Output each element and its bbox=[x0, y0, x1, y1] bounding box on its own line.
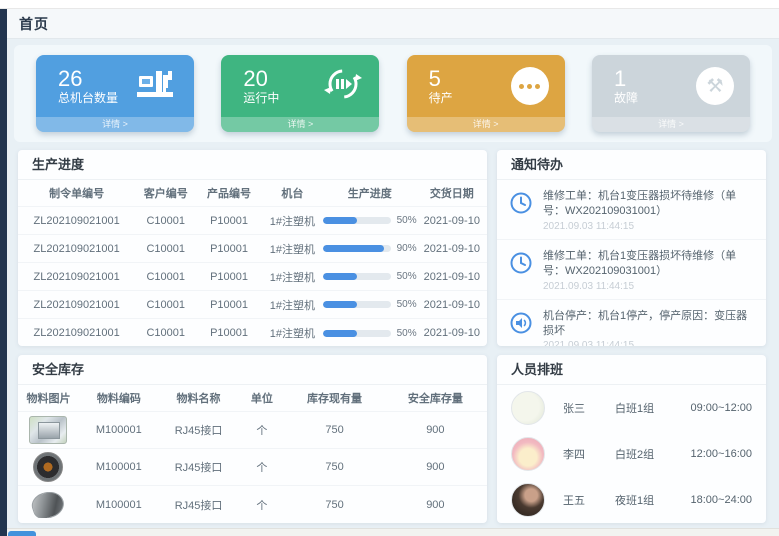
ellipsis-icon bbox=[511, 67, 549, 105]
production-row: ZL202109021001 C10001 P10001 1#注塑机 90% 2… bbox=[18, 235, 487, 263]
machine-icon bbox=[134, 67, 178, 106]
fault-label: 故障 bbox=[614, 92, 638, 106]
stat-card-fault[interactable]: 1 故障 ⚒ 详情 > bbox=[592, 55, 750, 132]
safety-stock-panel-title: 安全库存 bbox=[18, 355, 487, 385]
pending-value: 5 bbox=[429, 66, 453, 91]
production-progress-panel: 生产进度 制令单编号 客户编号 产品编号 机台 生产进度 交货日期 ZL2021… bbox=[18, 150, 487, 346]
dashboard-page: 首页 26 总机台数量 bbox=[0, 0, 779, 536]
tab-home[interactable]: 首页 bbox=[19, 14, 49, 34]
tab-bar: 首页 bbox=[7, 9, 779, 39]
inventory-row: M100001 RJ45接口 个 750 900 bbox=[18, 412, 487, 449]
pending-label: 待产 bbox=[429, 92, 453, 106]
bottom-edge-accent bbox=[8, 531, 36, 536]
total-machines-detail-link[interactable]: 详情 > bbox=[36, 117, 194, 132]
notifications-panel-title: 通知待办 bbox=[497, 150, 766, 180]
schedule-row: 王五 夜班1组 18:00~24:00 bbox=[497, 477, 766, 523]
stat-card-total-machines[interactable]: 26 总机台数量 详情 > bbox=[36, 55, 194, 132]
schedule-row: 张三 白班1组 09:00~12:00 bbox=[497, 385, 766, 431]
safety-stock-table-header: 物料图片 物料编码 物料名称 单位 库存现有量 安全库存量 bbox=[18, 385, 487, 412]
window-bottom-band bbox=[7, 528, 779, 536]
progress-bar bbox=[323, 330, 391, 337]
progress-bar bbox=[323, 217, 391, 224]
stat-card-pending[interactable]: 5 待产 详情 > bbox=[407, 55, 565, 132]
running-detail-link[interactable]: 详情 > bbox=[221, 117, 379, 132]
notification-item[interactable]: 维修工单：机台1变压器损坏待维修（单号：WX202109031001） 2021… bbox=[497, 240, 766, 300]
notification-item[interactable]: 维修工单：机台1变压器损坏待维修（单号：WX202109031001） 2021… bbox=[497, 180, 766, 240]
schedule-row: 李四 白班2组 12:00~16:00 bbox=[497, 431, 766, 477]
avatar bbox=[511, 391, 545, 425]
inventory-row: M100001 RJ45接口 个 750 900 bbox=[18, 449, 487, 486]
running-icon bbox=[323, 64, 363, 109]
inventory-row: M100001 RJ45接口 个 750 900 bbox=[18, 486, 487, 523]
stat-card-running[interactable]: 20 运行中 详情 > bbox=[221, 55, 379, 132]
safety-stock-panel: 安全库存 物料图片 物料编码 物料名称 单位 库存现有量 安全库存量 M1000… bbox=[18, 355, 487, 523]
production-row: ZL202109021001 C10001 P10001 1#注塑机 50% 2… bbox=[18, 319, 487, 346]
production-panel-title: 生产进度 bbox=[18, 150, 487, 180]
fault-detail-link[interactable]: 详情 > bbox=[592, 117, 750, 132]
collapsed-sidebar[interactable] bbox=[0, 9, 7, 536]
tools-icon: ⚒ bbox=[696, 67, 734, 105]
progress-bar bbox=[323, 273, 391, 280]
running-label: 运行中 bbox=[243, 92, 279, 106]
avatar bbox=[511, 483, 545, 517]
speaker-front-image bbox=[33, 452, 63, 482]
avatar bbox=[511, 437, 545, 471]
progress-bar bbox=[323, 301, 391, 308]
running-value: 20 bbox=[243, 66, 279, 91]
staff-schedule-panel-title: 人员排班 bbox=[497, 355, 766, 385]
total-machines-label: 总机台数量 bbox=[58, 92, 118, 106]
notifications-panel: 通知待办 维修工单：机台1变压器损坏待维修（单号：WX202109031001）… bbox=[497, 150, 766, 346]
pending-detail-link[interactable]: 详情 > bbox=[407, 117, 565, 132]
fault-value: 1 bbox=[614, 66, 638, 91]
speaker-side-image bbox=[29, 492, 67, 518]
clock-icon bbox=[509, 189, 535, 232]
production-table: 制令单编号 客户编号 产品编号 机台 生产进度 交货日期 ZL202109021… bbox=[18, 180, 487, 346]
speaker-icon bbox=[509, 309, 535, 346]
window-top-band bbox=[0, 0, 779, 9]
production-row: ZL202109021001 C10001 P10001 1#注塑机 50% 2… bbox=[18, 207, 487, 235]
total-machines-value: 26 bbox=[58, 66, 118, 91]
production-table-header: 制令单编号 客户编号 产品编号 机台 生产进度 交货日期 bbox=[18, 180, 487, 207]
progress-bar bbox=[323, 245, 391, 252]
production-row: ZL202109021001 C10001 P10001 1#注塑机 50% 2… bbox=[18, 291, 487, 319]
stat-cards-panel: 26 总机台数量 详情 > bbox=[14, 45, 772, 142]
production-row: ZL202109021001 C10001 P10001 1#注塑机 50% 2… bbox=[18, 263, 487, 291]
notification-item[interactable]: 机台停产：机台1停产，停产原因：变压器损坏 2021.09.03 11:44:1… bbox=[497, 300, 766, 346]
safety-stock-table: 物料图片 物料编码 物料名称 单位 库存现有量 安全库存量 M100001 RJ… bbox=[18, 385, 487, 523]
staff-schedule-panel: 人员排班 张三 白班1组 09:00~12:00 李四 白班2组 12:00~1… bbox=[497, 355, 766, 523]
rj45-connector-image bbox=[29, 416, 67, 444]
clock-icon bbox=[509, 249, 535, 292]
